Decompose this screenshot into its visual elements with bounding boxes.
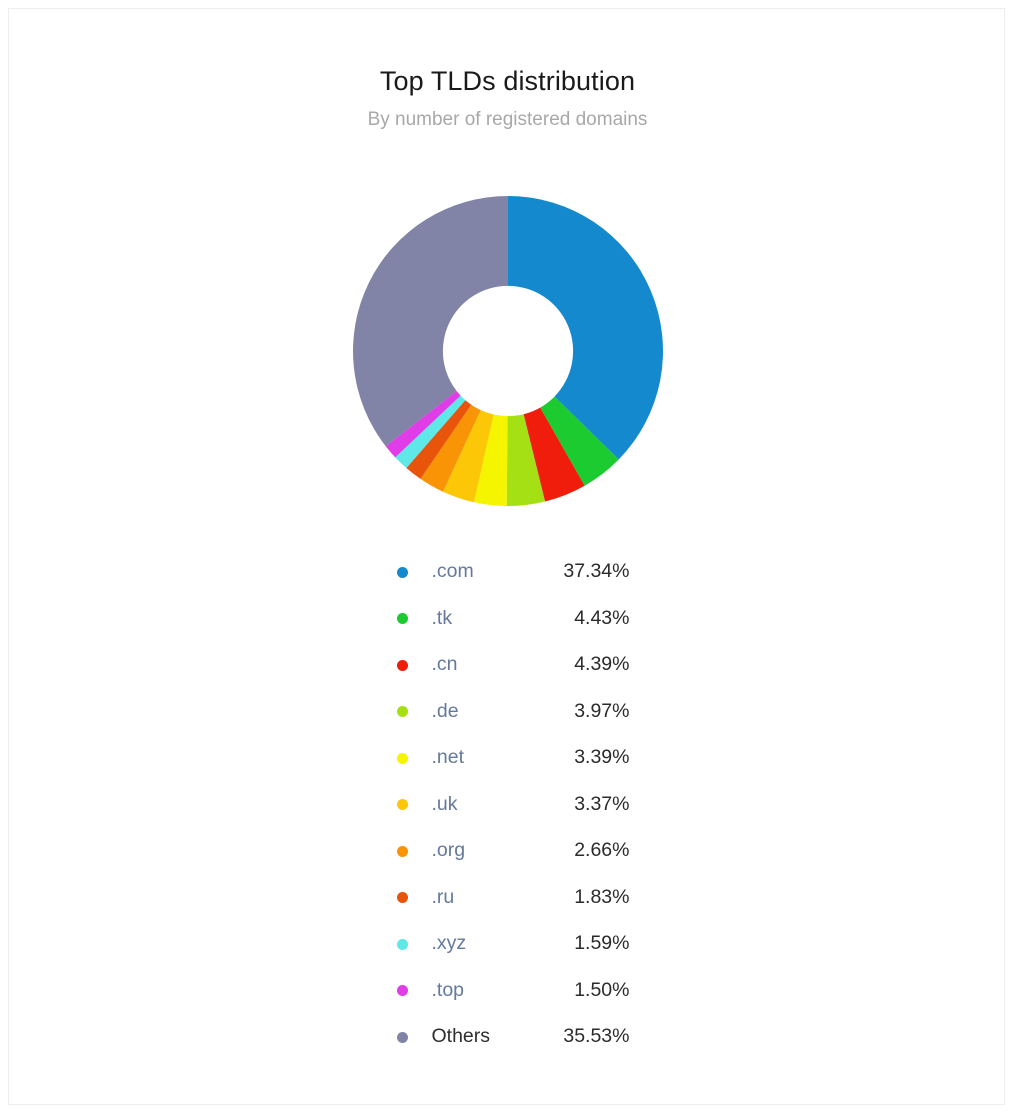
donut-slice-others[interactable] — [352, 196, 508, 447]
legend-value-cell: 4.39% — [524, 642, 630, 689]
legend-swatch-top-icon — [397, 985, 408, 997]
legend-swatch-cell — [386, 596, 420, 643]
legend-swatch-cn-icon — [397, 659, 408, 671]
legend-label-xyz[interactable]: .xyz — [432, 932, 467, 954]
legend-value-cell: 3.97% — [524, 689, 630, 736]
legend-label-cell: .org — [420, 828, 524, 875]
legend-swatch-net-icon — [397, 752, 408, 764]
legend-label-org[interactable]: .org — [432, 839, 466, 861]
legend-value-cell: 4.43% — [524, 596, 630, 643]
legend-label-cell: .de — [420, 689, 524, 736]
legend-row: .net 3.39% — [386, 735, 630, 782]
legend-label-cell: .net — [420, 735, 524, 782]
legend-label-uk[interactable]: .uk — [432, 793, 458, 815]
legend-label-cell: .tk — [420, 596, 524, 643]
legend-label-net[interactable]: .net — [432, 746, 465, 768]
legend-value-com: 37.34% — [563, 560, 630, 583]
legend-value-cell: 3.39% — [524, 735, 630, 782]
legend-swatch-org-icon — [397, 845, 408, 857]
chart-legend: .com 37.34% .tk 4.43% .cn 4.39% .de 3.97% .net 3.… — [9, 549, 1006, 1061]
legend-value-cell: 35.53% — [524, 1014, 630, 1061]
legend-label-cell: .uk — [420, 782, 524, 829]
legend-value-cn: 4.39% — [574, 653, 630, 676]
legend-value-cell: 37.34% — [524, 549, 630, 596]
legend-row: .com 37.34% — [386, 549, 630, 596]
legend-swatch-cell — [386, 689, 420, 736]
chart-title: Top TLDs distribution — [379, 66, 636, 96]
legend-value-ru: 1.83% — [574, 885, 630, 908]
legend-label-cell: Others — [420, 1014, 524, 1061]
legend-label-de[interactable]: .de — [432, 700, 459, 722]
legend-value-cell: 2.66% — [524, 828, 630, 875]
legend-value-org: 2.66% — [574, 839, 630, 862]
legend-label-cell: .top — [420, 968, 524, 1015]
legend-swatch-ru-icon — [397, 892, 408, 904]
donut-chart-svg — [352, 196, 663, 506]
legend-row: .ru 1.83% — [386, 875, 630, 922]
legend-value-others: 35.53% — [563, 1025, 630, 1048]
legend-row: .de 3.97% — [386, 689, 630, 736]
legend-value-tk: 4.43% — [574, 606, 630, 629]
legend-value-xyz: 1.59% — [574, 932, 630, 955]
legend-swatch-de-icon — [397, 706, 408, 718]
legend-row: .tk 4.43% — [386, 596, 630, 643]
chart-card: Top TLDs distribution By number of regis… — [8, 8, 1005, 1105]
legend-row: .org 2.66% — [386, 828, 630, 875]
legend-label-tk[interactable]: .tk — [432, 607, 453, 629]
legend-row: .uk 3.37% — [386, 782, 630, 829]
legend-value-uk: 3.37% — [574, 792, 630, 815]
legend-value-cell: 1.50% — [524, 968, 630, 1015]
legend-label-cell: .com — [420, 549, 524, 596]
legend-swatch-cell — [386, 875, 420, 922]
legend-swatch-uk-icon — [397, 799, 408, 811]
donut-chart — [9, 195, 1006, 506]
legend-label-cell: .cn — [420, 642, 524, 689]
legend-swatch-xyz-icon — [397, 938, 408, 950]
legend-swatch-cell — [386, 642, 420, 689]
legend-swatch-cell — [386, 735, 420, 782]
legend-swatch-tk-icon — [397, 613, 408, 625]
legend-value-cell: 1.83% — [524, 875, 630, 922]
legend-swatch-cell — [386, 968, 420, 1015]
legend-value-net: 3.39% — [574, 746, 630, 769]
legend-row: .top 1.50% — [386, 968, 630, 1015]
legend-swatch-others-icon — [397, 1031, 408, 1043]
legend-row: .cn 4.39% — [386, 642, 630, 689]
legend-swatch-cell — [386, 921, 420, 968]
legend-value-top: 1.50% — [574, 978, 630, 1001]
legend-swatch-cell — [386, 782, 420, 829]
legend-label-cn[interactable]: .cn — [432, 653, 458, 675]
legend-row: .xyz 1.59% — [386, 921, 630, 968]
legend-swatch-cell — [386, 828, 420, 875]
legend-label-top[interactable]: .top — [432, 979, 465, 1001]
legend-value-cell: 3.37% — [524, 782, 630, 829]
legend-label-cell: .ru — [420, 875, 524, 922]
legend-swatch-com-icon — [397, 566, 408, 578]
legend-swatch-cell — [386, 1014, 420, 1061]
legend-label-ru[interactable]: .ru — [432, 886, 455, 908]
legend-value-de: 3.97% — [574, 699, 630, 722]
legend-value-cell: 1.59% — [524, 921, 630, 968]
legend-swatch-cell — [386, 549, 420, 596]
legend-row: Others 35.53% — [386, 1014, 630, 1061]
legend-table: .com 37.34% .tk 4.43% .cn 4.39% .de 3.97% .net 3.… — [386, 549, 630, 1061]
legend-label-others: Others — [431, 1025, 491, 1048]
legend-label-com[interactable]: .com — [432, 560, 474, 582]
chart-block: Top TLDs distribution By number of regis… — [9, 9, 1006, 1046]
chart-subtitle: By number of registered domains — [367, 108, 648, 130]
legend-label-cell: .xyz — [420, 921, 524, 968]
